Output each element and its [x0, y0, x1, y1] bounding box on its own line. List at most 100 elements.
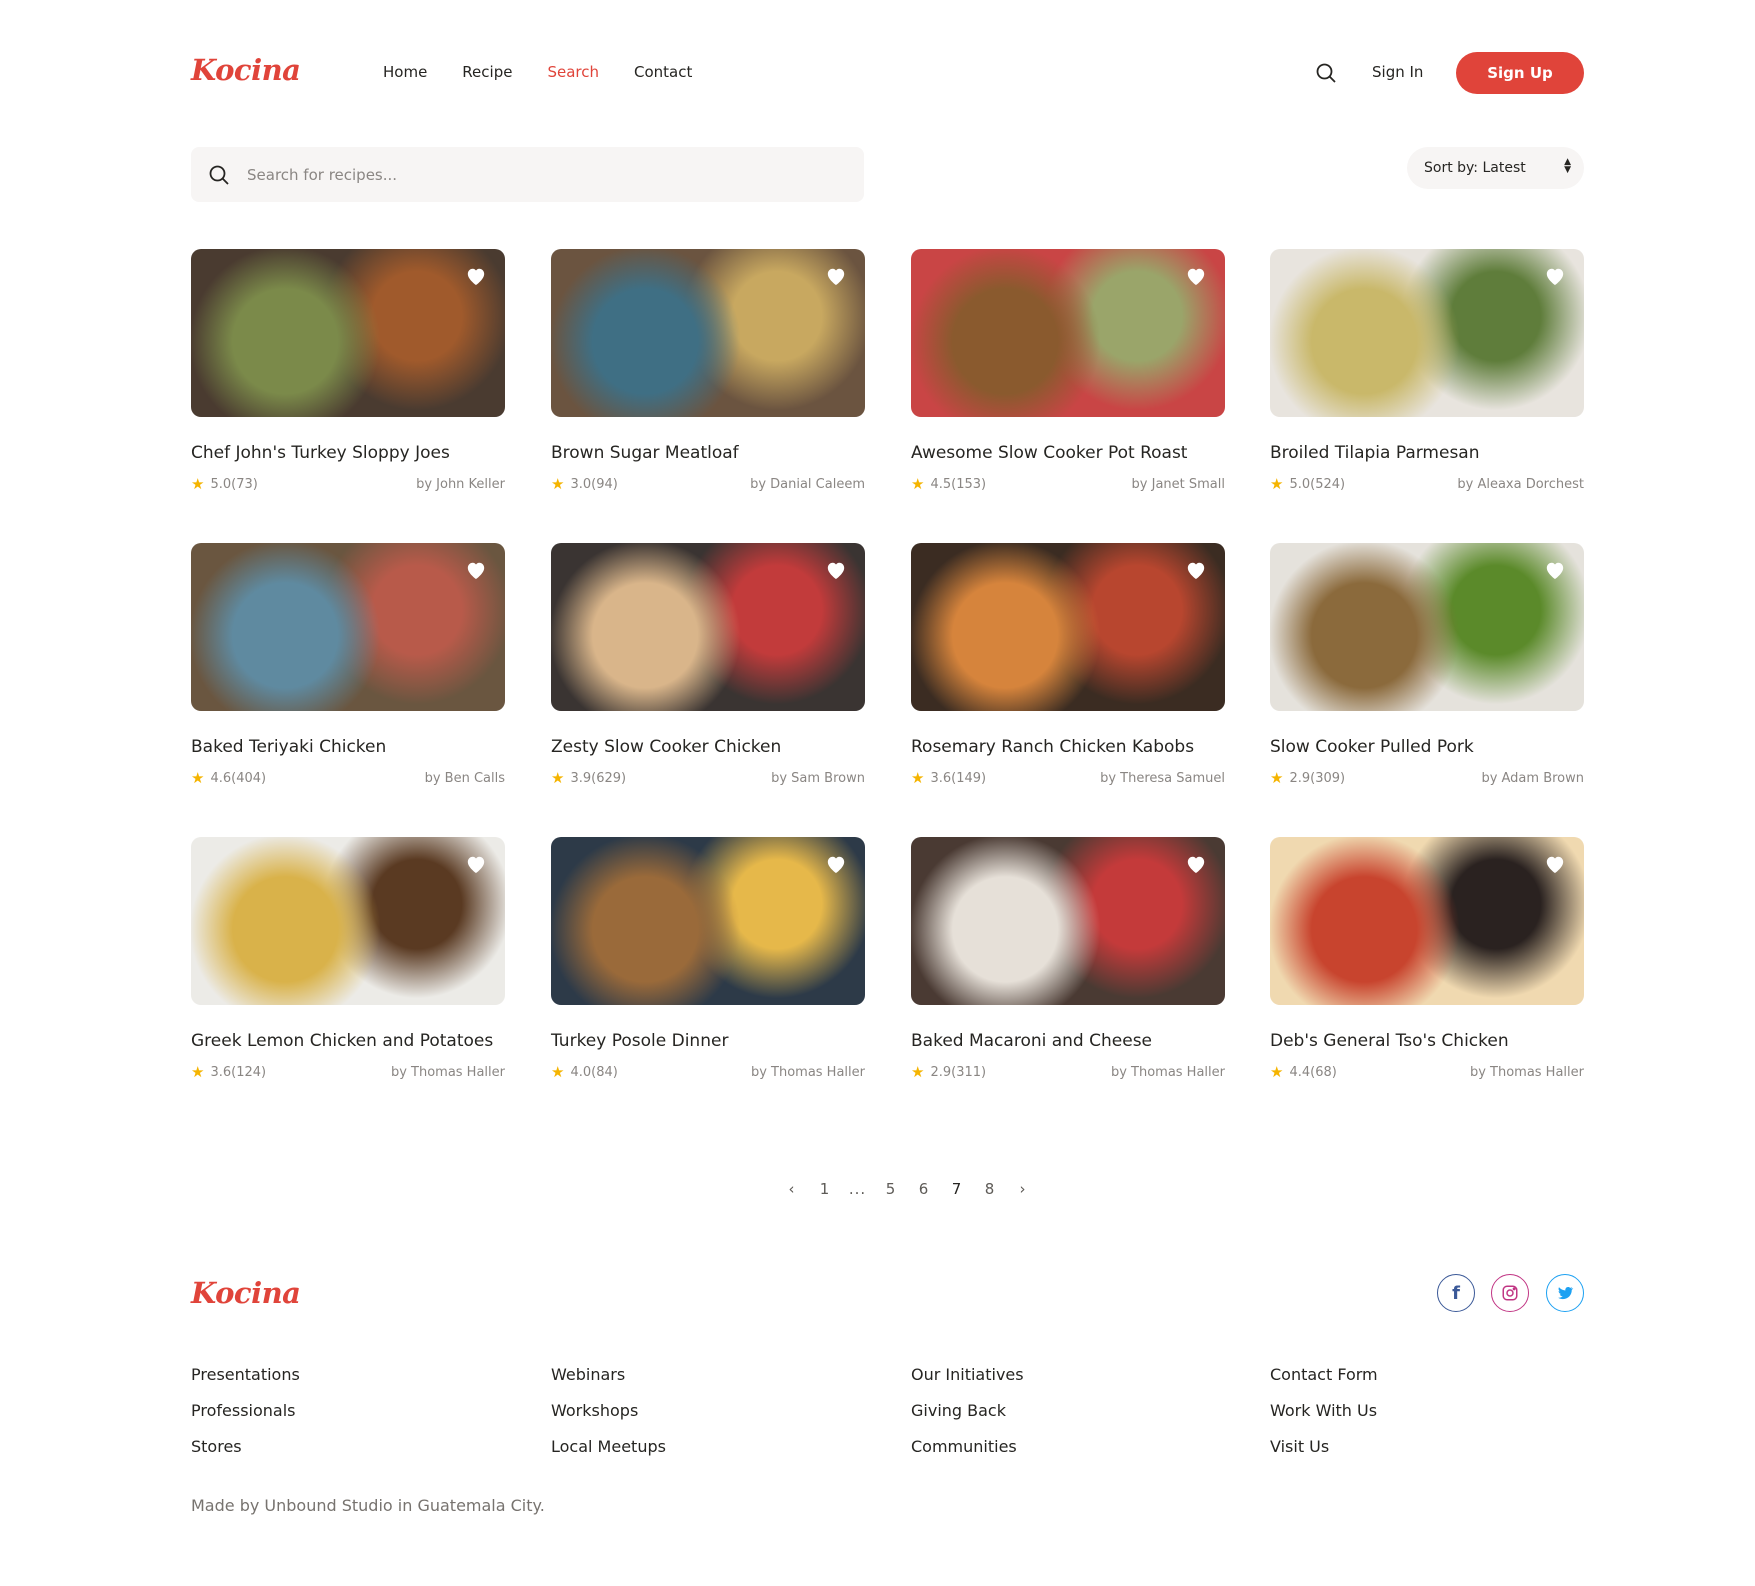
recipe-title[interactable]: Greek Lemon Chicken and Potatoes: [191, 1029, 505, 1053]
nav-search[interactable]: Search: [547, 63, 599, 81]
heart-icon[interactable]: [465, 560, 487, 580]
recipe-author[interactable]: by Ben Calls: [425, 771, 505, 786]
recipe-title[interactable]: Awesome Slow Cooker Pot Roast: [911, 441, 1225, 465]
heart-icon[interactable]: [825, 854, 847, 874]
prev-page-button[interactable]: ‹: [775, 1180, 808, 1198]
page-7[interactable]: 7: [940, 1180, 973, 1198]
recipe-author[interactable]: by Janet Small: [1132, 477, 1225, 492]
recipe-image[interactable]: [1270, 543, 1584, 711]
footer-link[interactable]: Workshops: [551, 1401, 666, 1437]
recipe-image[interactable]: [191, 249, 505, 417]
heart-icon[interactable]: [1185, 560, 1207, 580]
footer-link[interactable]: Contact Form: [1270, 1365, 1378, 1401]
recipe-card[interactable]: Chef John's Turkey Sloppy Joes ★ 5.0(73) by…: [191, 249, 505, 493]
footer-link[interactable]: Stores: [191, 1437, 300, 1473]
recipe-card[interactable]: Slow Cooker Pulled Pork ★ 2.9(309) by Adam …: [1270, 543, 1584, 787]
recipe-image[interactable]: [551, 249, 865, 417]
recipe-card[interactable]: Broiled Tilapia Parmesan ★ 5.0(524) by Alea…: [1270, 249, 1584, 493]
recipe-meta: ★ 2.9(311) by Thomas Haller: [911, 1063, 1225, 1081]
twitter-button[interactable]: [1546, 1274, 1584, 1312]
footer-link[interactable]: Giving Back: [911, 1401, 1024, 1437]
recipe-card[interactable]: Turkey Posole Dinner ★ 4.0(84) by Thomas Ha…: [551, 837, 865, 1081]
recipe-image[interactable]: [191, 543, 505, 711]
recipe-author[interactable]: by Thomas Haller: [1470, 1065, 1584, 1080]
recipe-card[interactable]: Brown Sugar Meatloaf ★ 3.0(94) by Danial Ca…: [551, 249, 865, 493]
heart-icon[interactable]: [1544, 266, 1566, 286]
recipe-card[interactable]: Zesty Slow Cooker Chicken ★ 3.9(629) by Sam…: [551, 543, 865, 787]
footer-link[interactable]: Local Meetups: [551, 1437, 666, 1473]
next-page-button[interactable]: ›: [1006, 1180, 1039, 1198]
search-input[interactable]: [247, 147, 827, 202]
recipe-card[interactable]: Awesome Slow Cooker Pot Roast ★ 4.5(153) by…: [911, 249, 1225, 493]
star-icon: ★: [191, 769, 205, 787]
recipe-title[interactable]: Zesty Slow Cooker Chicken: [551, 735, 865, 759]
recipe-author[interactable]: by Aleaxa Dorchest: [1457, 477, 1584, 492]
recipe-title[interactable]: Baked Macaroni and Cheese: [911, 1029, 1225, 1053]
heart-icon[interactable]: [1185, 266, 1207, 286]
footer-link[interactable]: Professionals: [191, 1401, 300, 1437]
footer-link[interactable]: Communities: [911, 1437, 1024, 1473]
rating-value: 4.5(153): [930, 476, 987, 492]
footer-logo[interactable]: Kocina: [191, 1276, 301, 1310]
footer-link[interactable]: Visit Us: [1270, 1437, 1378, 1473]
recipe-image[interactable]: [551, 543, 865, 711]
recipe-card[interactable]: Greek Lemon Chicken and Potatoes ★ 3.6(124…: [191, 837, 505, 1081]
recipe-author[interactable]: by Thomas Haller: [1111, 1065, 1225, 1080]
heart-icon[interactable]: [825, 266, 847, 286]
recipe-rating: ★ 4.0(84): [551, 1063, 618, 1081]
heart-icon[interactable]: [465, 854, 487, 874]
recipe-card[interactable]: Deb's General Tso's Chicken ★ 4.4(68) by Th…: [1270, 837, 1584, 1081]
footer-link[interactable]: Presentations: [191, 1365, 300, 1401]
recipe-image[interactable]: [911, 249, 1225, 417]
recipe-title[interactable]: Baked Teriyaki Chicken: [191, 735, 505, 759]
recipe-author[interactable]: by Sam Brown: [771, 771, 865, 786]
recipe-image[interactable]: [1270, 249, 1584, 417]
search-icon[interactable]: [1314, 61, 1338, 85]
facebook-icon: f: [1452, 1282, 1460, 1304]
page-6[interactable]: 6: [907, 1180, 940, 1198]
star-icon: ★: [1270, 1063, 1284, 1081]
recipe-author[interactable]: by Thomas Haller: [751, 1065, 865, 1080]
recipe-author[interactable]: by Theresa Samuel: [1100, 771, 1225, 786]
heart-icon[interactable]: [1544, 854, 1566, 874]
recipe-title[interactable]: Chef John's Turkey Sloppy Joes: [191, 441, 505, 465]
brand-logo[interactable]: Kocina: [191, 53, 301, 87]
footer-link[interactable]: Work With Us: [1270, 1401, 1378, 1437]
recipe-image[interactable]: [191, 837, 505, 1005]
recipe-author[interactable]: by Adam Brown: [1481, 771, 1584, 786]
heart-icon[interactable]: [465, 266, 487, 286]
recipe-image[interactable]: [551, 837, 865, 1005]
heart-icon[interactable]: [1185, 854, 1207, 874]
facebook-button[interactable]: f: [1437, 1274, 1475, 1312]
recipe-image[interactable]: [911, 543, 1225, 711]
recipe-rating: ★ 2.9(311): [911, 1063, 986, 1081]
recipe-title[interactable]: Rosemary Ranch Chicken Kabobs: [911, 735, 1225, 759]
sign-up-button[interactable]: Sign Up: [1456, 52, 1584, 94]
page-1[interactable]: 1: [808, 1180, 841, 1198]
recipe-author[interactable]: by Danial Caleem: [750, 477, 865, 492]
recipe-card[interactable]: Baked Teriyaki Chicken ★ 4.6(404) by Ben Ca…: [191, 543, 505, 787]
recipe-title[interactable]: Broiled Tilapia Parmesan: [1270, 441, 1584, 465]
recipe-title[interactable]: Deb's General Tso's Chicken: [1270, 1029, 1584, 1053]
footer-link[interactable]: Webinars: [551, 1365, 666, 1401]
footer-link[interactable]: Our Initiatives: [911, 1365, 1024, 1401]
recipe-card[interactable]: Baked Macaroni and Cheese ★ 2.9(311) by Tho…: [911, 837, 1225, 1081]
recipe-title[interactable]: Turkey Posole Dinner: [551, 1029, 865, 1053]
page-5[interactable]: 5: [874, 1180, 907, 1198]
recipe-title[interactable]: Brown Sugar Meatloaf: [551, 441, 865, 465]
page-8[interactable]: 8: [973, 1180, 1006, 1198]
recipe-title[interactable]: Slow Cooker Pulled Pork: [1270, 735, 1584, 759]
nav-contact[interactable]: Contact: [634, 63, 692, 81]
recipe-author[interactable]: by Thomas Haller: [391, 1065, 505, 1080]
instagram-button[interactable]: [1491, 1274, 1529, 1312]
recipe-author[interactable]: by John Keller: [416, 477, 505, 492]
recipe-image[interactable]: [911, 837, 1225, 1005]
nav-recipe[interactable]: Recipe: [462, 63, 512, 81]
recipe-image[interactable]: [1270, 837, 1584, 1005]
nav-home[interactable]: Home: [383, 63, 427, 81]
sign-in-link[interactable]: Sign In: [1372, 63, 1423, 81]
heart-icon[interactable]: [825, 560, 847, 580]
sort-select[interactable]: Sort by: Latest ▲ ▼: [1407, 147, 1584, 189]
recipe-card[interactable]: Rosemary Ranch Chicken Kabobs ★ 3.6(149) by…: [911, 543, 1225, 787]
heart-icon[interactable]: [1544, 560, 1566, 580]
